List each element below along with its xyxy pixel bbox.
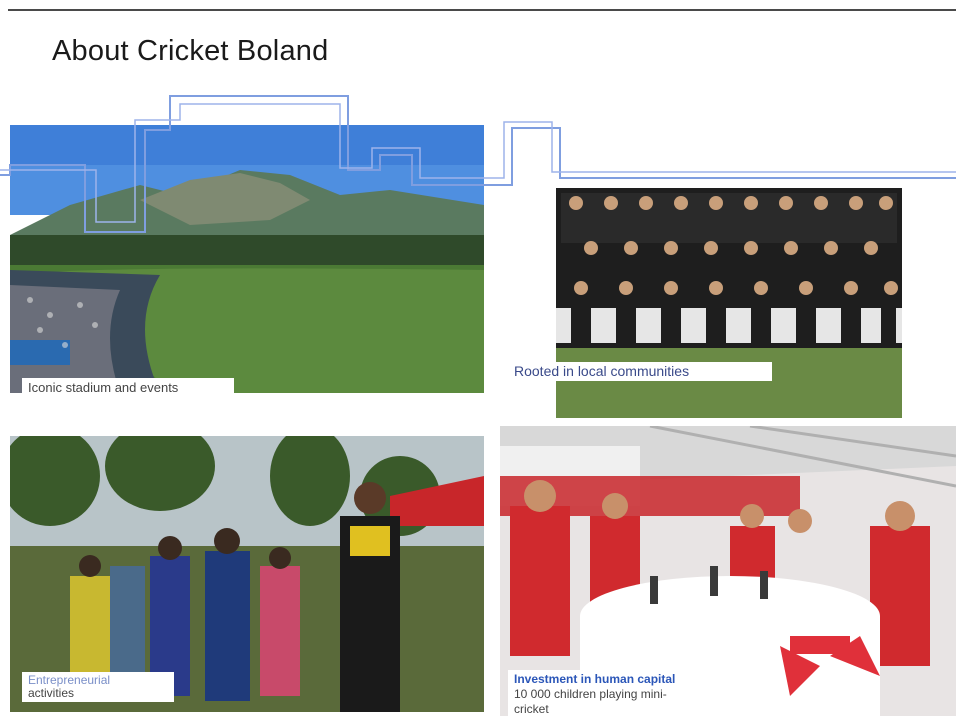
community-caption: Rooted in local communities xyxy=(508,362,772,381)
stadium-caption: Iconic stadium and events xyxy=(22,378,234,397)
entrepreneur-photo xyxy=(10,436,484,712)
entrepreneur-caption: Entrepreneurial activities xyxy=(22,672,174,702)
team-photo xyxy=(556,188,902,418)
investment-caption: Investment in human capital 10 000 child… xyxy=(508,670,760,719)
slide: About Cricket Boland Iconic stadium and … xyxy=(0,0,956,724)
